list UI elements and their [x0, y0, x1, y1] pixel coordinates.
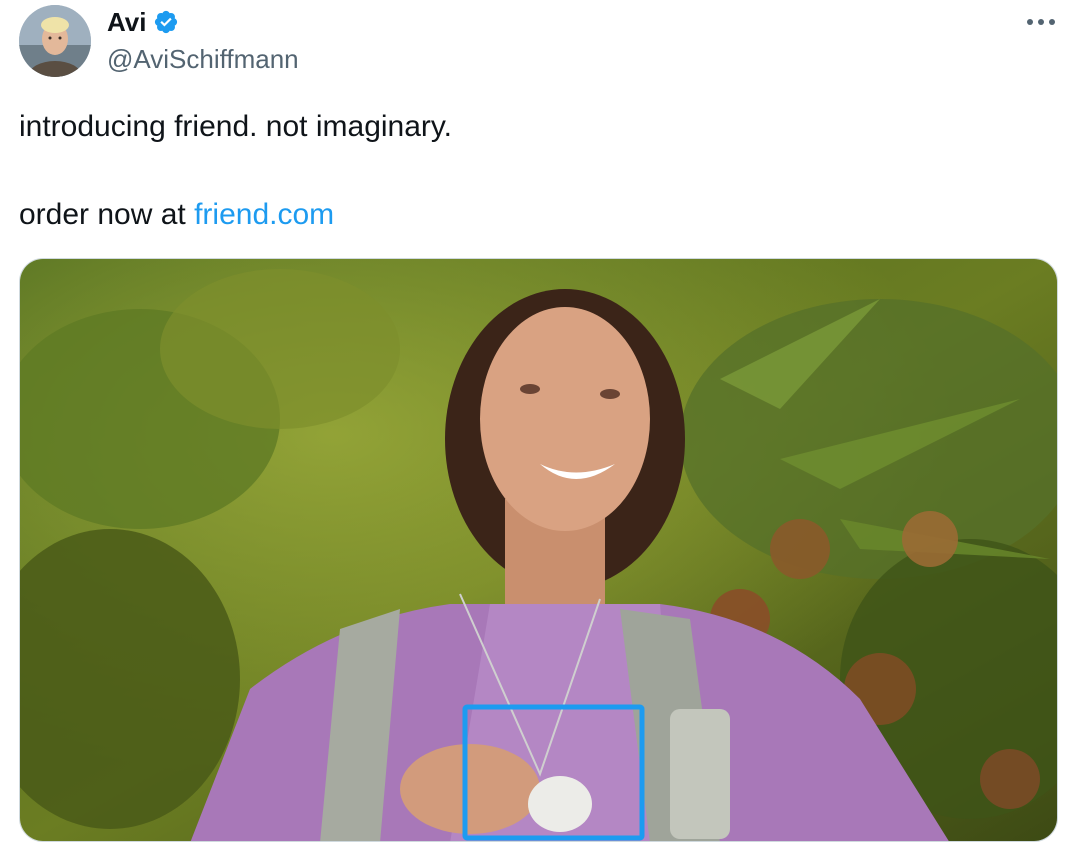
author-handle[interactable]: @AviSchiffmann [107, 43, 299, 75]
tweet-text: introducing friend. not imaginary. order… [19, 105, 1059, 237]
tweet-line-1: introducing friend. not imaginary. [19, 110, 453, 143]
author-name-row: Avi [107, 6, 179, 38]
tweet-card: Avi @AviSchiffmann introducing friend. n… [0, 0, 1080, 863]
author-display-name[interactable]: Avi [107, 6, 147, 38]
media-photo [20, 259, 1057, 841]
tweet-media-image[interactable] [19, 258, 1058, 842]
avatar-photo [19, 5, 91, 77]
more-options-button[interactable] [1024, 8, 1058, 36]
author-avatar[interactable] [19, 5, 91, 77]
verified-badge-icon [153, 9, 179, 35]
more-options-icon [1027, 19, 1055, 25]
tweet-line-2-prefix: order now at [19, 198, 195, 231]
friend-link[interactable]: friend.com [194, 198, 334, 231]
